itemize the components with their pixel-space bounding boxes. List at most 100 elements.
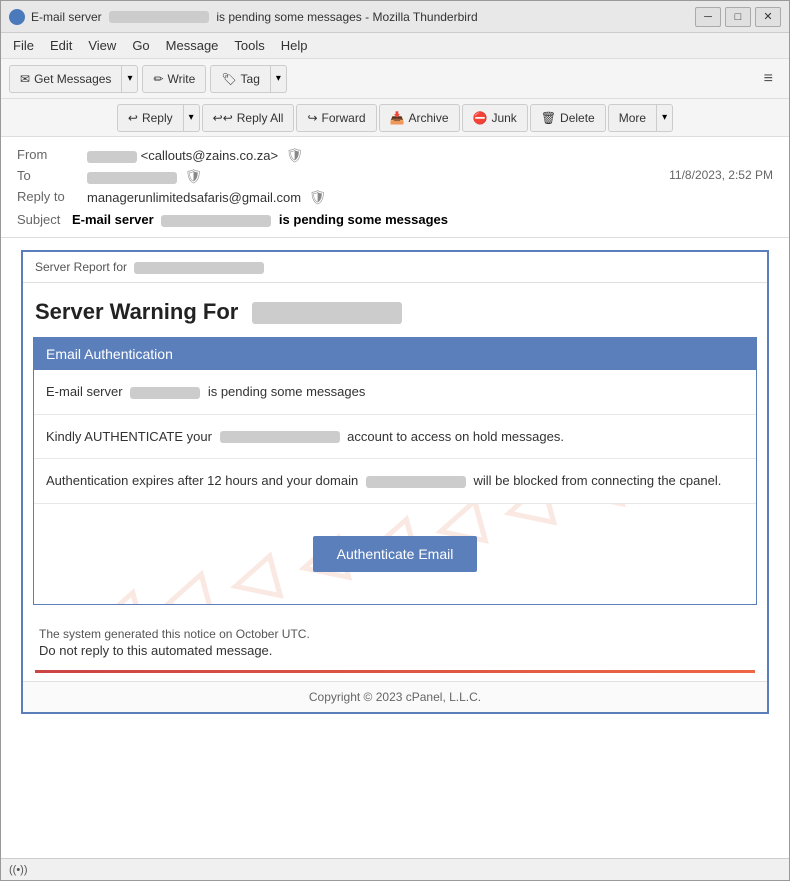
subject-blurred <box>161 215 271 227</box>
reply-dropdown[interactable]: ▾ <box>184 104 200 132</box>
auth-msg2-blurred <box>220 431 340 443</box>
write-icon: ✏ <box>153 72 163 86</box>
reply-split: ↩ Reply ▾ <box>117 104 200 132</box>
reply-to-security-icon: 🛡 <box>309 189 327 205</box>
auth-msg3-blurred <box>366 476 466 488</box>
reply-button[interactable]: ↩ Reply <box>117 104 184 132</box>
tag-label: Tag <box>241 72 260 86</box>
reply-all-button[interactable]: ↩↩ Reply All <box>202 104 295 132</box>
copyright-text: Copyright © 2023 cPanel, L.L.C. <box>309 690 481 704</box>
auth-message-3: Authentication expires after 12 hours an… <box>34 459 756 504</box>
to-value: 🛡 <box>87 168 669 185</box>
menu-view[interactable]: View <box>80 36 124 55</box>
menu-edit[interactable]: Edit <box>42 36 80 55</box>
server-report-header: Server Report for <box>23 252 767 283</box>
reply-all-label: Reply All <box>237 111 284 125</box>
from-value: <callouts@zains.co.za> 🛡 <box>87 147 773 164</box>
email-body: Server Report for Server Warning For Ema… <box>1 238 789 858</box>
email-headers: From <callouts@zains.co.za> 🛡 To 🛡 11/8/… <box>1 137 789 238</box>
warning-title: Server Warning For <box>23 283 767 337</box>
server-report-prefix: Server Report for <box>35 260 127 274</box>
menu-go[interactable]: Go <box>124 36 157 55</box>
window-title: E-mail server is pending some messages -… <box>31 10 695 24</box>
archive-icon: 📥 <box>390 111 405 125</box>
menu-help[interactable]: Help <box>273 36 316 55</box>
menu-tools[interactable]: Tools <box>226 36 272 55</box>
tag-dropdown[interactable]: ▾ <box>271 65 287 93</box>
get-messages-label: Get Messages <box>34 72 111 86</box>
red-divider <box>35 670 755 673</box>
reply-icon: ↩ <box>128 111 138 125</box>
get-messages-dropdown[interactable]: ▾ <box>122 65 138 93</box>
app-window: E-mail server is pending some messages -… <box>0 0 790 881</box>
envelope-icon: ✉ <box>20 72 30 86</box>
auth-message-1: E-mail server is pending some messages <box>34 370 756 415</box>
auth-msg3-prefix: Authentication expires after 12 hours an… <box>46 473 358 488</box>
reply-to-row: Reply to managerunlimitedsafaris@gmail.c… <box>17 187 773 208</box>
maximize-button[interactable]: □ <box>725 7 751 27</box>
auth-msg1-prefix: E-mail server <box>46 384 123 399</box>
to-security-icon: 🛡 <box>185 168 203 184</box>
subject-prefix: E-mail server <box>72 212 154 227</box>
forward-button[interactable]: ↪ Forward <box>296 104 376 132</box>
more-label: More <box>619 111 646 125</box>
email-footer: The system generated this notice on Octo… <box>23 615 767 670</box>
auth-message-2: Kindly AUTHENTICATE your account to acce… <box>34 415 756 460</box>
more-button[interactable]: More <box>608 104 657 132</box>
delete-label: Delete <box>560 111 595 125</box>
status-bar: ((•)) <box>1 858 789 880</box>
app-icon <box>9 9 25 25</box>
title-bar: E-mail server is pending some messages -… <box>1 1 789 33</box>
menu-bar: File Edit View Go Message Tools Help <box>1 33 789 59</box>
email-content-card: Server Report for Server Warning For Ema… <box>21 250 769 714</box>
reply-all-icon: ↩↩ <box>213 111 233 125</box>
subject-suffix: is pending some messages <box>279 212 448 227</box>
delete-button[interactable]: 🗑 Delete <box>530 104 606 132</box>
subject-label: Subject <box>17 212 60 227</box>
reply-label: Reply <box>142 111 173 125</box>
from-label: From <box>17 147 87 162</box>
authenticate-button[interactable]: Authenticate Email <box>313 536 478 572</box>
title-text-prefix: E-mail server <box>31 10 102 24</box>
hamburger-menu[interactable]: ≡ <box>756 66 781 92</box>
from-name-blurred <box>87 151 137 163</box>
window-controls: ─ □ ✕ <box>695 7 781 27</box>
auth-msg3-suffix: will be blocked from connecting the cpan… <box>473 473 721 488</box>
action-toolbar: ↩ Reply ▾ ↩↩ Reply All ↪ Forward 📥 Archi… <box>1 99 789 137</box>
reply-to-label: Reply to <box>17 189 87 204</box>
menu-message[interactable]: Message <box>158 36 227 55</box>
footer-automated-text: Do not reply to this automated message. <box>39 643 751 658</box>
warning-title-text: Server Warning For <box>35 299 238 324</box>
tag-button[interactable]: 🏷 Tag <box>210 65 271 93</box>
copyright-footer: Copyright © 2023 cPanel, L.L.C. <box>23 681 767 712</box>
subject-row: Subject E-mail server is pending some me… <box>17 208 773 229</box>
reply-to-value: managerunlimitedsafaris@gmail.com 🛡 <box>87 189 773 206</box>
auth-msg1-blurred <box>130 387 200 399</box>
get-messages-split: ✉ Get Messages ▾ <box>9 65 138 93</box>
junk-label: Junk <box>491 111 516 125</box>
from-row: From <callouts@zains.co.za> 🛡 <box>17 145 773 166</box>
get-messages-button[interactable]: ✉ Get Messages <box>9 65 122 93</box>
tag-icon: 🏷 <box>221 72 236 86</box>
reply-to-email: managerunlimitedsafaris@gmail.com <box>87 190 301 205</box>
watermark-area: ◁ ◁ ◁ ◁ ◁ ◁ ◁ ◁ ◁ ◁ Authenticate Email <box>34 504 756 604</box>
auth-header-text: Email Authentication <box>46 346 173 362</box>
to-name-blurred <box>87 172 177 184</box>
from-email: <callouts@zains.co.za> <box>141 148 279 163</box>
from-security-icon: 🛡 <box>286 147 304 163</box>
more-dropdown[interactable]: ▾ <box>657 104 673 132</box>
auth-msg2-suffix: account to access on hold messages. <box>347 429 564 444</box>
to-row: To 🛡 11/8/2023, 2:52 PM <box>17 166 773 187</box>
close-button[interactable]: ✕ <box>755 7 781 27</box>
junk-button[interactable]: ⛔ Junk <box>462 104 528 132</box>
minimize-button[interactable]: ─ <box>695 7 721 27</box>
archive-label: Archive <box>408 111 448 125</box>
archive-button[interactable]: 📥 Archive <box>379 104 460 132</box>
write-button[interactable]: ✏ Write <box>142 65 206 93</box>
warning-title-email-blurred <box>252 302 402 324</box>
auth-msg1-suffix: is pending some messages <box>208 384 366 399</box>
main-toolbar: ✉ Get Messages ▾ ✏ Write 🏷 Tag ▾ ≡ <box>1 59 789 99</box>
subject-value: E-mail server is pending some messages <box>72 212 448 227</box>
delete-icon: 🗑 <box>541 111 556 125</box>
menu-file[interactable]: File <box>5 36 42 55</box>
